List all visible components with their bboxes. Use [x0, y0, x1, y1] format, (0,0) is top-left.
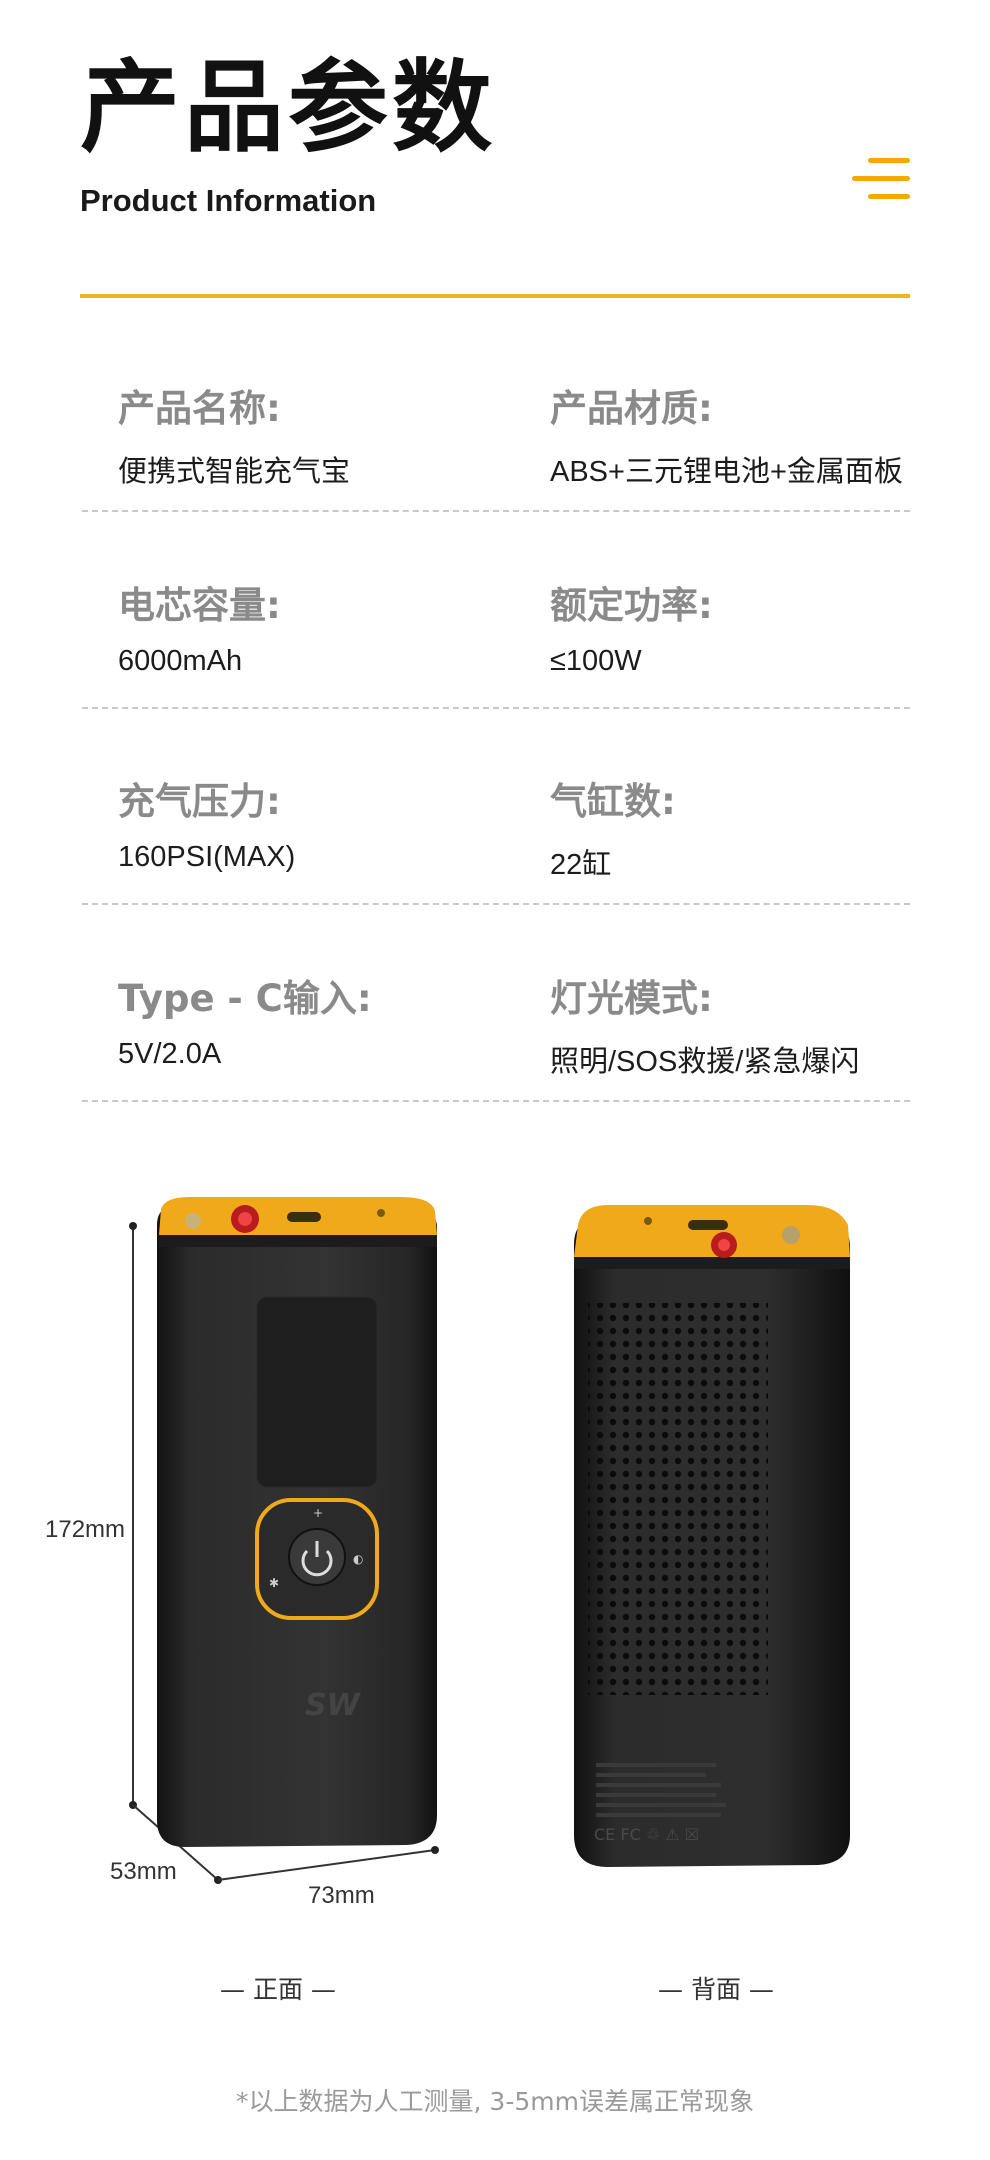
device-back-image: CE FC ♲ ⚠ ☒ — [574, 1205, 850, 1867]
svg-text:+: + — [313, 1506, 323, 1520]
svg-text:◐: ◐ — [353, 1552, 363, 1566]
measurement-note: *以上数据为人工测量, 3-5mm误差属正常现象 — [236, 2087, 754, 2116]
front-view-caption: — 正面 — — [220, 1975, 336, 2004]
device-logo: SW — [305, 1688, 362, 1723]
device-front-image: ✱ ◐ + SW — [157, 1197, 437, 1847]
svg-text:✱: ✱ — [269, 1576, 279, 1590]
dimension-width: 73mm — [308, 1882, 375, 1909]
back-view-caption: — 背面 — — [658, 1975, 774, 2004]
certification-marks: CE FC ♲ ⚠ ☒ — [594, 1825, 699, 1844]
dimension-height: 172mm — [45, 1516, 126, 1543]
dimension-depth: 53mm — [110, 1858, 177, 1885]
